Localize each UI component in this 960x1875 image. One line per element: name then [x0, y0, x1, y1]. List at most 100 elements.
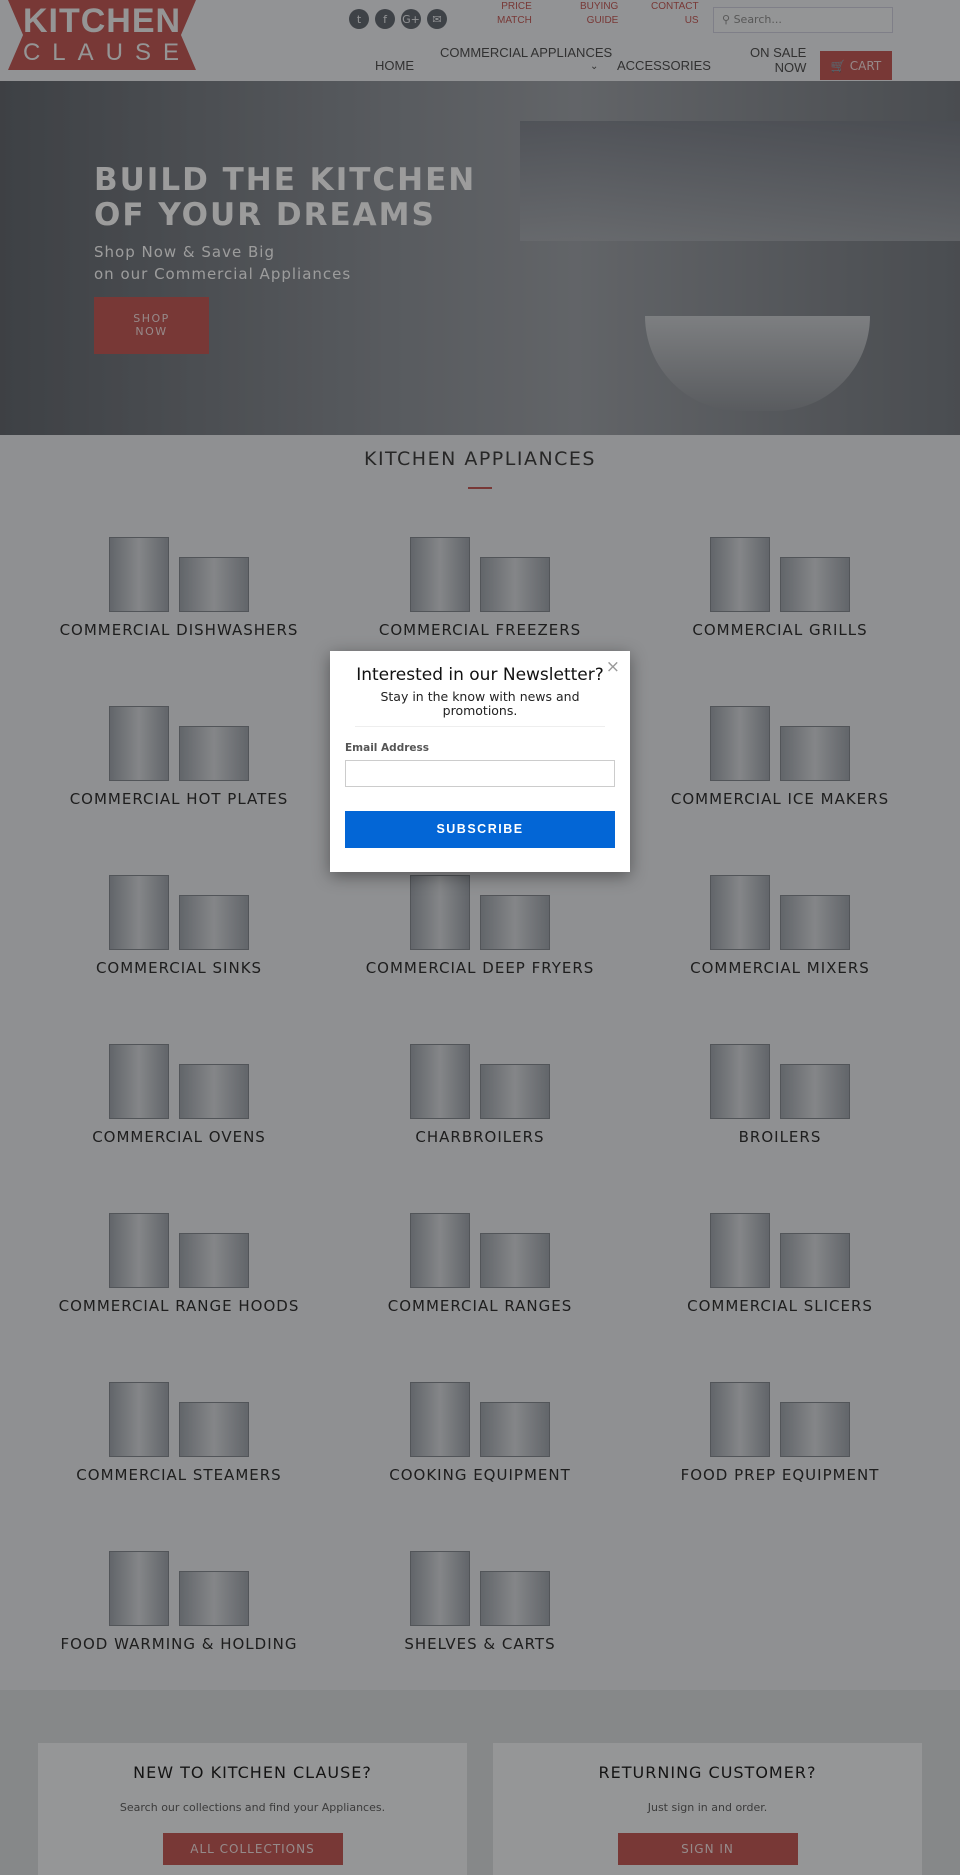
category-label: COMMERCIAL HOT PLATES — [69, 790, 289, 808]
twitter-icon[interactable]: t — [349, 9, 369, 29]
appliance-shape — [179, 1402, 249, 1457]
modal-title: Interested in our Newsletter? — [356, 665, 604, 685]
appliance-shape — [480, 1233, 550, 1288]
category-tile[interactable]: COMMERCIAL FREEZERS — [330, 509, 630, 674]
category-tile[interactable]: COMMERCIAL OVENS — [29, 1016, 329, 1181]
category-label: COMMERCIAL STEAMERS — [76, 1466, 282, 1484]
category-tile[interactable]: FOOD PREP EQUIPMENT — [630, 1354, 930, 1519]
facebook-icon[interactable]: f — [375, 9, 395, 29]
shop-now-button[interactable]: SHOP NOW — [94, 297, 209, 354]
appliance-shape — [410, 1044, 470, 1119]
appliance-shape — [480, 1402, 550, 1457]
nav-commercial-appliances[interactable]: COMMERCIAL APPLIANCES ⌄ — [440, 45, 612, 72]
appliance-shape — [480, 895, 550, 950]
sign-in-button[interactable]: SIGN IN — [617, 1833, 798, 1865]
link-line: US — [684, 15, 699, 26]
category-label: COMMERCIAL GRILLS — [692, 621, 868, 639]
close-icon[interactable]: × — [606, 657, 620, 677]
search-icon: ⚲ — [722, 13, 734, 26]
nav-label: NOW — [774, 60, 807, 75]
search-input[interactable]: ⚲ Search... — [713, 7, 893, 33]
appliance-shape — [780, 1064, 850, 1119]
search-placeholder: Search... — [733, 13, 782, 26]
all-collections-button[interactable]: ALL COLLECTIONS — [162, 1833, 343, 1865]
appliance-shape — [410, 875, 470, 950]
cart-icon: 🛒 — [830, 58, 846, 73]
appliance-shape — [109, 1213, 169, 1288]
hero-title: BUILD THE KITCHEN OF YOUR DREAMS — [94, 163, 476, 233]
cart-button[interactable]: 🛒 CART — [820, 51, 892, 80]
btn-line: SHOP — [133, 312, 170, 325]
category-tile[interactable]: COMMERCIAL SINKS — [29, 847, 329, 1012]
category-label: COMMERCIAL MIXERS — [690, 959, 870, 977]
appliance-shape — [710, 537, 770, 612]
google-plus-icon[interactable]: G+ — [401, 9, 421, 29]
appliance-shape — [480, 1064, 550, 1119]
appliance-shape — [780, 1233, 850, 1288]
category-image — [400, 1193, 560, 1298]
buying-guide-link[interactable]: BUYING GUIDE — [580, 0, 618, 28]
category-label: COMMERCIAL OVENS — [92, 1128, 266, 1146]
appliance-shape — [109, 537, 169, 612]
category-image — [700, 686, 860, 791]
hero-banner: BUILD THE KITCHEN OF YOUR DREAMS Shop Now… — [0, 81, 960, 435]
category-tile[interactable]: COMMERCIAL GRILLS — [630, 509, 930, 674]
category-label: FOOD WARMING & HOLDING — [60, 1635, 298, 1653]
kitchen-shelf-image — [520, 121, 960, 241]
category-image — [99, 855, 259, 960]
category-label: COMMERCIAL RANGES — [387, 1297, 573, 1315]
category-image — [99, 517, 259, 622]
category-tile[interactable]: BROILERS — [630, 1016, 930, 1181]
appliance-shape — [109, 875, 169, 950]
title-underline — [468, 487, 492, 489]
link-line: GUIDE — [586, 15, 619, 26]
email-field[interactable] — [345, 760, 615, 787]
appliance-shape — [780, 1402, 850, 1457]
category-image — [99, 1362, 259, 1467]
card-title: RETURNING CUSTOMER? — [598, 1763, 817, 1782]
kitchen-clause-logo[interactable]: KITCHEN CLAUSE — [8, 0, 196, 70]
email-icon[interactable]: ✉ — [427, 9, 447, 29]
account-section: NEW TO KITCHEN CLAUSE? Search our collec… — [0, 1690, 960, 1875]
appliance-shape — [480, 557, 550, 612]
category-image — [700, 1193, 860, 1298]
modal-subtitle: Stay in the know with news and promotion… — [355, 690, 605, 727]
category-label: COMMERCIAL ICE MAKERS — [670, 790, 890, 808]
chevron-down-icon: ⌄ — [590, 61, 599, 72]
category-tile[interactable]: COMMERCIAL DISHWASHERS — [29, 509, 329, 674]
subscribe-button[interactable]: SUBSCRIBE — [345, 811, 615, 848]
category-label: COMMERCIAL DEEP FRYERS — [365, 959, 595, 977]
category-tile[interactable]: COMMERCIAL MIXERS — [630, 847, 930, 1012]
category-image — [99, 686, 259, 791]
category-tile[interactable]: COMMERCIAL RANGES — [330, 1185, 630, 1350]
nav-on-sale[interactable]: ON SALE NOW — [750, 45, 806, 75]
category-tile[interactable]: SHELVES & CARTS — [330, 1523, 630, 1688]
category-tile[interactable]: COMMERCIAL RANGE HOODS — [29, 1185, 329, 1350]
category-tile[interactable]: COMMERCIAL ICE MAKERS — [630, 678, 930, 843]
hero-sub-line: Shop Now & Save Big — [94, 243, 275, 261]
nav-home[interactable]: HOME — [375, 58, 414, 73]
link-line: BUYING — [580, 1, 619, 12]
category-tile[interactable]: CHARBROILERS — [330, 1016, 630, 1181]
hero-sub-line: on our Commercial Appliances — [94, 265, 352, 283]
category-tile[interactable]: COMMERCIAL HOT PLATES — [29, 678, 329, 843]
category-tile[interactable]: COMMERCIAL STEAMERS — [29, 1354, 329, 1519]
link-line: MATCH — [497, 15, 532, 26]
appliance-shape — [179, 895, 249, 950]
card-text: Just sign in and order. — [647, 1801, 768, 1814]
appliance-shape — [780, 895, 850, 950]
appliance-shape — [710, 706, 770, 781]
category-tile[interactable]: COOKING EQUIPMENT — [330, 1354, 630, 1519]
price-match-link[interactable]: PRICE MATCH — [497, 0, 532, 28]
category-label: CHARBROILERS — [415, 1128, 545, 1146]
new-customer-card: NEW TO KITCHEN CLAUSE? Search our collec… — [38, 1743, 467, 1875]
nav-label: ON SALE — [750, 45, 807, 60]
category-label: COOKING EQUIPMENT — [389, 1466, 571, 1484]
dimmed-page-backdrop: KITCHEN CLAUSE t f G+ ✉ PRICE MATCH BUYIN… — [0, 0, 960, 1875]
category-tile[interactable]: FOOD WARMING & HOLDING — [29, 1523, 329, 1688]
contact-us-link[interactable]: CONTACT US — [651, 0, 699, 28]
category-label: FOOD PREP EQUIPMENT — [680, 1466, 880, 1484]
returning-customer-card: RETURNING CUSTOMER? Just sign in and ord… — [493, 1743, 922, 1875]
nav-accessories[interactable]: ACCESSORIES — [617, 58, 711, 73]
category-tile[interactable]: COMMERCIAL SLICERS — [630, 1185, 930, 1350]
